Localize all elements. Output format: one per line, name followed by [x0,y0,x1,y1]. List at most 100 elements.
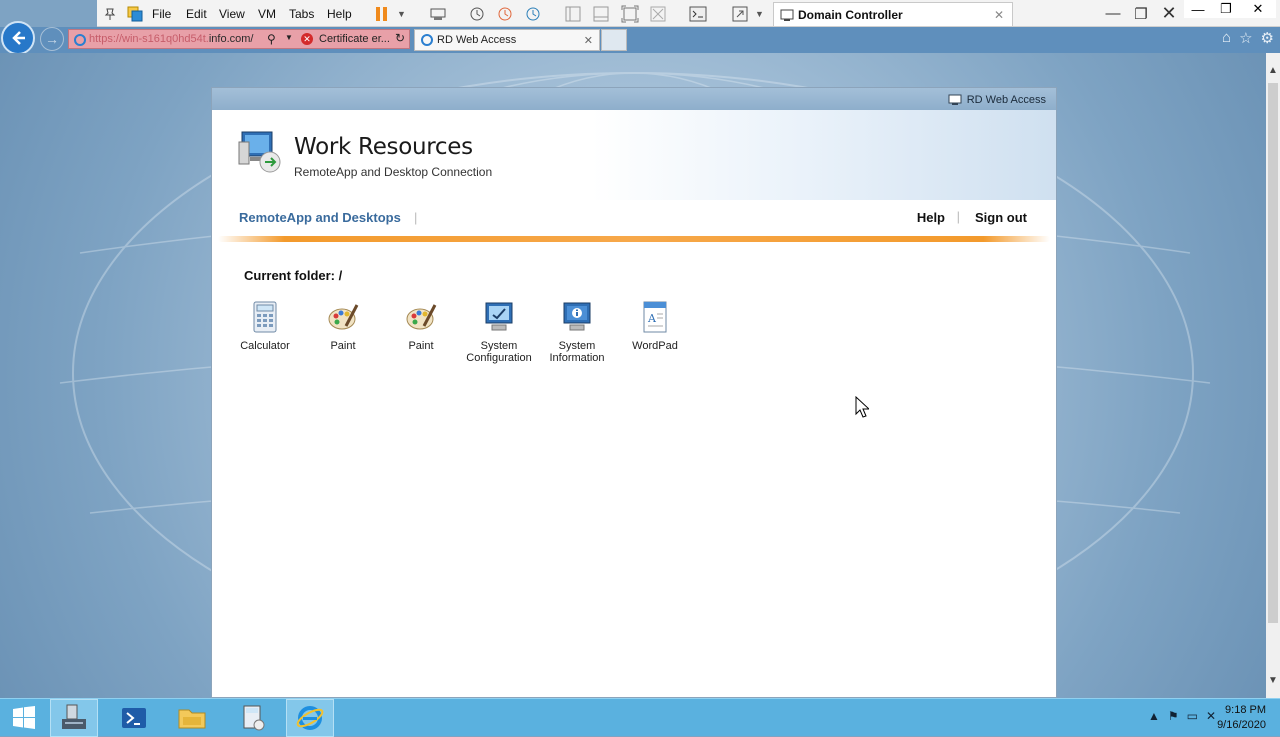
fullscreen-icon[interactable] [621,0,639,27]
restore-icon[interactable]: ❐ [1127,0,1155,27]
tab-domain-controller[interactable]: Domain Controller ✕ [773,2,1013,26]
volume-muted-icon[interactable]: ✕ [1206,709,1216,723]
ie-page-icon [421,34,433,46]
favorites-star-icon[interactable]: ☆ [1239,29,1252,47]
action-center-flag-icon[interactable]: ⚑ [1168,709,1179,723]
taskbar-server-manager[interactable] [50,699,98,737]
taskbar-internet-explorer[interactable] [286,699,334,737]
taskbar-file-explorer[interactable] [168,699,216,737]
close-icon[interactable]: ✕ [1155,0,1183,27]
taskbar-powershell[interactable] [110,699,158,737]
app-label: Calculator [240,340,290,352]
browser-icons: ⌂ ☆ ⚙ [1222,29,1274,47]
folder-icon [178,709,206,729]
calculator-icon [253,301,277,333]
app-wordpad[interactable]: A WordPad [616,300,694,364]
nav-bar: RemoteApp and Desktops | Help | Sign out [212,200,1056,236]
wordpad-icon: A [643,301,667,333]
refresh-icon[interactable]: ↻ [395,31,405,45]
clock[interactable]: 9:18 PM 9/16/2020 [1217,703,1266,733]
chevron-down-icon[interactable]: ▼ [755,0,764,27]
close-icon[interactable]: ✕ [584,34,593,47]
app-label: Paint [408,340,434,352]
help-link[interactable]: Help [917,210,945,225]
page-subtitle: RemoteApp and Desktop Connection [294,165,493,179]
certificate-error-icon[interactable]: ✕ [301,33,313,45]
revert-snapshot-icon[interactable] [497,0,513,27]
scroll-up-icon[interactable]: ▲ [1268,65,1278,76]
gear-icon[interactable]: ⚙ [1261,29,1274,47]
app-calculator[interactable]: Calculator [226,300,304,364]
url-text: https://win-s161q0hd54t.info.com/ [89,33,254,45]
menu-file[interactable]: File [152,0,171,27]
nav-remoteapp-and-desktops[interactable]: RemoteApp and Desktops [239,210,401,225]
sign-out-link[interactable]: Sign out [975,210,1027,225]
unity-icon[interactable] [649,0,667,27]
mouse-cursor-icon [855,396,869,418]
calculator-icon [243,705,265,731]
host-restore-icon[interactable]: ❐ [1212,0,1240,18]
app-list: Calculator Paint Paint System Configurat… [226,300,694,364]
menu-tabs[interactable]: Tabs [289,0,314,27]
taskbar-calculator[interactable] [228,699,276,737]
search-icon[interactable]: ⚲ [267,32,276,46]
forward-button[interactable]: → [40,27,64,51]
taskbar: ▲ ⚑ ▭ ✕ 9:18 PM 9/16/2020 [0,698,1280,737]
host-minimize-icon[interactable]: — [1184,0,1212,18]
tab-title: Domain Controller [798,7,903,22]
console-icon[interactable] [689,0,707,27]
clock-time: 9:18 PM [1225,704,1266,716]
thumbnail-bar-icon[interactable] [593,0,609,27]
tab-title: RD Web Access [437,34,517,46]
network-icon[interactable]: ▭ [1187,709,1198,723]
home-icon[interactable]: ⌂ [1222,29,1231,47]
send-keys-icon[interactable] [429,0,447,27]
internet-explorer-icon [296,706,324,730]
system-information-icon [563,302,591,331]
menu-edit[interactable]: Edit [186,0,207,27]
system-tray: ▲ ⚑ ▭ ✕ [1148,709,1216,723]
pin-icon[interactable] [103,0,117,27]
start-button[interactable] [0,699,48,737]
certificate-error-text[interactable]: Certificate er... [319,33,390,45]
app-paint[interactable]: Paint [382,300,460,364]
tab-rd-web-access[interactable]: RD Web Access ✕ [414,29,600,51]
remote-desktop-logo-icon [238,131,281,173]
rd-web-access-label: RD Web Access [948,93,1046,107]
scrollbar-thumb[interactable] [1268,83,1278,623]
stretch-icon[interactable] [731,0,749,27]
menu-help[interactable]: Help [327,0,352,27]
scroll-down-icon[interactable]: ▼ [1268,675,1278,686]
app-system-information[interactable]: System Information [538,300,616,364]
panel-header: RD Web Access [212,88,1056,110]
svg-text:A: A [647,312,657,325]
menu-vm[interactable]: VM [258,0,276,27]
new-tab-button[interactable] [601,29,627,51]
server-manager-icon [62,704,86,729]
chevron-down-icon[interactable]: ▼ [397,0,406,27]
snapshot-manager-icon[interactable] [525,0,541,27]
back-button[interactable] [1,21,35,55]
app-label: System Configuration [466,340,532,364]
address-bar[interactable]: https://win-s161q0hd54t.info.com/ ⚲ ▼ ✕ … [68,29,410,49]
minimize-icon[interactable]: — [1099,0,1127,27]
pause-icon[interactable] [375,0,389,27]
menu-view[interactable]: View [219,0,245,27]
chevron-down-icon[interactable]: ▼ [285,33,293,42]
app-paint[interactable]: Paint [304,300,382,364]
arrow-left-icon [12,31,25,45]
snapshot-icon[interactable] [469,0,485,27]
paint-icon [328,304,359,330]
vmware-toolbar: File Edit View VM Tabs Help ▼ ▼ Domain C… [97,0,1280,27]
current-folder-label: Current folder: / [244,268,343,283]
ie-page-icon [74,34,86,46]
host-close-icon[interactable]: ✕ [1240,0,1276,18]
show-hidden-icons-icon[interactable]: ▲ [1148,709,1160,723]
vm-library-icon[interactable] [127,0,143,27]
close-icon[interactable]: ✕ [994,8,1004,22]
app-system-configuration[interactable]: System Configuration [460,300,538,364]
vm-icon [780,9,794,21]
powershell-icon [122,708,146,728]
sidebar-toggle-icon[interactable] [565,0,581,27]
page-scrollbar[interactable]: ▲ ▼ [1266,53,1280,698]
